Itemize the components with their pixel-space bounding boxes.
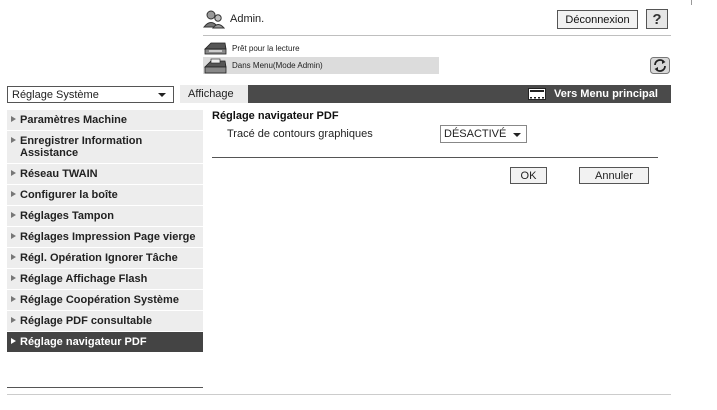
chevron-down-icon — [158, 93, 166, 97]
sidebar-item[interactable]: Paramètres Machine — [7, 110, 203, 131]
sidebar-item[interactable]: Configurer la boîte — [7, 185, 203, 206]
sidebar-item-label: Réglage PDF consultable — [20, 315, 153, 327]
header-divider — [203, 35, 671, 36]
sidebar-item-label: Paramètres Machine — [20, 114, 127, 126]
main-divider — [212, 157, 658, 158]
help-button[interactable]: ? — [646, 9, 668, 29]
status-mode-text: Dans Menu(Mode Admin) — [232, 61, 323, 70]
sidebar-item[interactable]: Réglages Impression Page vierge — [7, 227, 203, 248]
printer-icon — [204, 58, 227, 73]
triangle-right-icon — [11, 275, 16, 281]
triangle-right-icon — [11, 212, 16, 218]
toolbar: Réglage Système Affichage Vers Menu prin… — [0, 85, 717, 103]
sidebar-item[interactable]: Réglage PDF consultable — [7, 311, 203, 332]
sidebar-item-label: Réseau TWAIN — [20, 168, 98, 180]
sidebar-item-label: Réglages Impression Page vierge — [20, 231, 196, 243]
triangle-right-icon — [11, 254, 16, 260]
page-title: Réglage navigateur PDF — [212, 110, 339, 122]
admin-user: Admin. — [203, 9, 264, 29]
triangle-right-icon — [11, 233, 16, 239]
user-icon — [203, 10, 225, 29]
outline-tracing-select[interactable]: DÉSACTIVÉ — [440, 125, 528, 143]
user-label: Admin. — [230, 13, 265, 25]
sidebar-item-label: Enregistrer Information Assistance — [20, 135, 143, 159]
footer-divider — [7, 394, 671, 395]
header: Admin. Déconnexion ? Prêt pour la lectur… — [0, 0, 717, 85]
main-menu-link[interactable]: Vers Menu principal — [528, 85, 658, 103]
setting-select-value: DÉSACTIVÉ — [444, 128, 507, 140]
triangle-right-icon — [11, 317, 16, 323]
main-menu-label: Vers Menu principal — [554, 88, 658, 100]
sidebar-item[interactable]: Réglages Tampon — [7, 206, 203, 227]
system-settings-select[interactable]: Réglage Système — [7, 86, 174, 103]
ok-button[interactable]: OK — [510, 167, 547, 184]
sidebar-item-label: Régl. Opération Ignorer Tâche — [20, 252, 178, 264]
logout-button[interactable]: Déconnexion — [557, 10, 638, 29]
system-select-value: Réglage Système — [12, 88, 99, 101]
triangle-right-icon — [11, 116, 16, 122]
sidebar-item-label: Configurer la boîte — [20, 189, 118, 201]
printer-icon — [204, 42, 227, 55]
sidebar-item[interactable]: Réglage Coopération Système — [7, 290, 203, 311]
setting-row: Tracé de contours graphiques DÉSACTIVÉ — [227, 125, 647, 143]
status-ready-row: Prêt pour la lecture — [203, 40, 300, 56]
triangle-right-icon — [11, 338, 16, 344]
sidebar-item-label: Réglage navigateur PDF — [20, 336, 147, 348]
tab-display[interactable]: Affichage — [180, 85, 248, 103]
triangle-right-icon — [11, 170, 16, 176]
status-mode-bar: Dans Menu(Mode Admin) — [203, 57, 439, 74]
main-panel: Réglage navigateur PDF Tracé de contours… — [212, 110, 662, 184]
window-edge-mark — [691, 0, 692, 5]
chevron-down-icon — [513, 133, 522, 137]
sidebar-item[interactable]: Régl. Opération Ignorer Tâche — [7, 248, 203, 269]
sidebar-item[interactable]: Réseau TWAIN — [7, 164, 203, 185]
refresh-icon[interactable] — [650, 57, 670, 74]
sidebar-item-label: Réglage Affichage Flash — [20, 273, 148, 285]
status-ready-text: Prêt pour la lecture — [232, 43, 300, 53]
triangle-right-icon — [11, 137, 16, 143]
triangle-right-icon — [11, 191, 16, 197]
sidebar-item-label: Réglage Coopération Système — [20, 294, 179, 306]
sidebar-item[interactable]: Réglage navigateur PDF — [7, 332, 203, 353]
sidebar-item-label: Réglages Tampon — [20, 210, 114, 222]
triangle-right-icon — [11, 296, 16, 302]
sidebar-item[interactable]: Enregistrer Information Assistance — [7, 131, 203, 164]
sidebar: Paramètres Machine Enregistrer Informatio… — [7, 110, 203, 353]
setting-label: Tracé de contours graphiques — [227, 128, 373, 140]
menu-icon — [528, 88, 546, 100]
sidebar-divider — [7, 387, 203, 388]
cancel-button[interactable]: Annuler — [579, 167, 649, 184]
sidebar-item[interactable]: Réglage Affichage Flash — [7, 269, 203, 290]
